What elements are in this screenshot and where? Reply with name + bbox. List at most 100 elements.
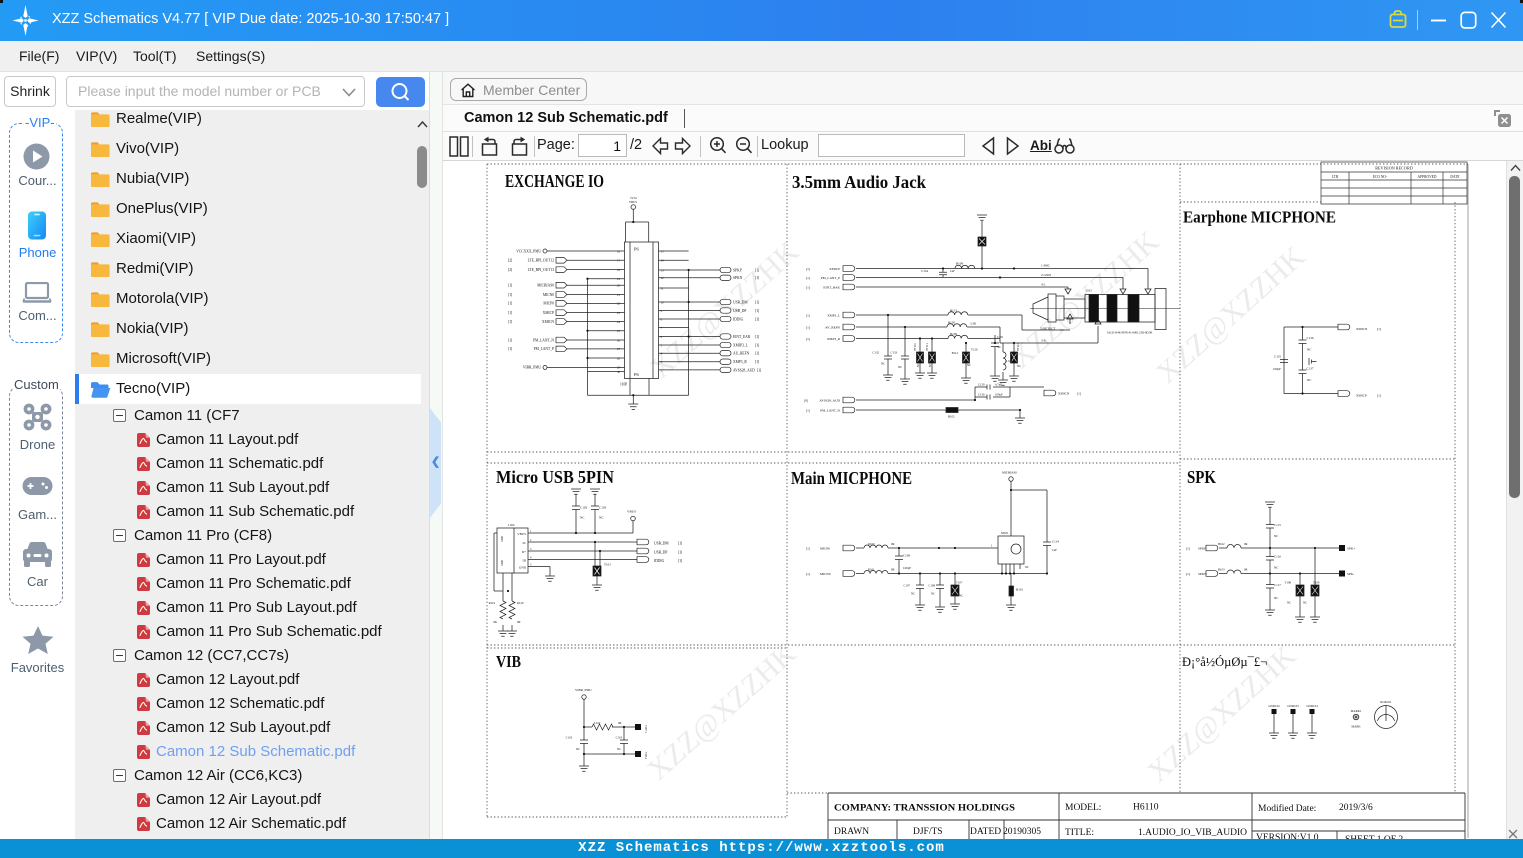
svg-text:[1]: [1] [806, 286, 810, 290]
svg-text:[1]: [1] [806, 572, 810, 576]
svg-text:LTE_BPI_OUT13: LTE_BPI_OUT13 [528, 268, 555, 272]
svg-text:GND102: GND102 [1268, 704, 1280, 708]
svg-text:C101: C101 [997, 335, 1004, 339]
svg-text:B112: B112 [952, 351, 959, 355]
svg-text:3.5mm Audio Jack: 3.5mm Audio Jack [792, 172, 926, 192]
svg-text:20: 20 [617, 284, 621, 288]
svg-text:C133: C133 [890, 351, 897, 355]
svg-text:USB_DP: USB_DP [733, 309, 746, 313]
svg-text:VBUS: VBUS [629, 200, 637, 204]
svg-text:NC: NC [1287, 601, 1291, 605]
svg-text:SPKP: SPKP [1198, 547, 1206, 551]
svg-text:0R: 0R [618, 721, 622, 725]
svg-text:9: 9 [661, 309, 663, 313]
svg-text:DATE: DATE [1450, 175, 1460, 179]
svg-text:GND: GND [519, 566, 527, 570]
svg-text:[1]: [1] [508, 293, 512, 297]
svg-text:C134: C134 [921, 269, 928, 273]
svg-text:110P: 110P [620, 383, 627, 387]
svg-text:MICN0: MICN0 [543, 293, 554, 297]
svg-text:[1]: [1] [508, 302, 512, 306]
svg-text:PM_LANT_P: PM_LANT_P [821, 276, 840, 280]
svg-text:2019/3/6: 2019/3/6 [1339, 803, 1373, 813]
svg-text:GND: GND [501, 536, 504, 542]
svg-text:16: 16 [617, 249, 621, 253]
svg-text:T108: T108 [1285, 581, 1292, 585]
svg-text:[1]: [1] [678, 542, 682, 546]
svg-text:USB_DP: USB_DP [654, 551, 667, 555]
svg-text:SPKN: SPKN [733, 276, 743, 280]
svg-text:23: 23 [617, 311, 621, 315]
svg-text:R100: R100 [868, 542, 875, 546]
svg-text:[1]: [1] [508, 311, 512, 315]
svg-text:XMP3_R: XMP3_R [733, 360, 747, 364]
svg-text:[1]: [1] [1186, 572, 1190, 576]
svg-text:COMPANY: TRANSSION HOLDINGS: COMPANY: TRANSSION HOLDINGS [834, 804, 1015, 814]
svg-text:VBUS: VBUS [627, 510, 636, 514]
svg-text:[1]: [1] [755, 300, 759, 304]
svg-text:VIBR_PMU: VIBR_PMU [575, 688, 592, 692]
svg-text:IDDIG: IDDIG [654, 559, 665, 563]
svg-text:NC: NC [1274, 596, 1278, 600]
svg-text:XMP3_L: XMP3_L [827, 314, 840, 318]
svg-text:XZZ@XZZHK: XZZ@XZZHK [1150, 240, 1312, 390]
svg-text:21: 21 [617, 293, 621, 297]
svg-text:C116: C116 [1274, 555, 1281, 559]
svg-text:MICN0: MICN0 [820, 572, 831, 576]
svg-text:[1]: [1] [1377, 327, 1381, 331]
svg-text:XMICN: XMICN [1356, 327, 1368, 331]
svg-text:J102: J102 [508, 523, 515, 527]
svg-text:NC: NC [911, 592, 915, 596]
svg-text:[1]: [1] [1077, 392, 1081, 396]
svg-text:H101: H101 [1016, 588, 1023, 592]
svg-text:XMICN: XMICN [542, 320, 554, 324]
svg-text:19: 19 [617, 277, 621, 281]
svg-text:TITLE:: TITLE: [1065, 828, 1094, 838]
svg-text:DATED: DATED [970, 827, 1001, 837]
svg-text:NC: NC [1025, 566, 1029, 569]
svg-text:MARK1: MARK1 [1351, 709, 1362, 713]
svg-text:[1]: [1] [755, 276, 759, 280]
svg-text:T109: T109 [1313, 581, 1320, 585]
svg-text:XMICN: XMICN [1058, 392, 1070, 396]
svg-text:XMIP3_L: XMIP3_L [733, 343, 748, 347]
svg-text:EINT_EAR: EINT_EAR [733, 335, 751, 339]
svg-text:XMICP: XMICP [543, 311, 554, 315]
svg-text:C115: C115 [1274, 523, 1281, 527]
svg-text:8K: 8K [493, 620, 498, 624]
svg-text:18: 18 [617, 268, 621, 272]
svg-text:1.AUDIO_IO_VIB_AUDIO: 1.AUDIO_IO_VIB_AUDIO [1138, 828, 1247, 838]
svg-text:PM_LANT_N: PM_LANT_N [533, 338, 554, 342]
svg-text:L102: L102 [594, 721, 601, 725]
svg-text:M101: M101 [1001, 531, 1009, 535]
svg-text:P6: P6 [634, 372, 639, 377]
svg-text:NC: NC [1307, 348, 1311, 352]
svg-text:L101: L101 [1006, 359, 1013, 363]
svg-text:NC: NC [997, 345, 1001, 349]
svg-text:NC: NC [959, 594, 963, 598]
svg-text:LTE_BPI_OUT12: LTE_BPI_OUT12 [528, 259, 555, 263]
svg-text:[1]: [1] [806, 276, 810, 280]
svg-text:NC: NC [929, 363, 932, 367]
svg-text:0R: 0R [517, 620, 521, 624]
svg-text:VIBR_PMU: VIBR_PMU [523, 366, 542, 370]
svg-text:14: 14 [661, 259, 665, 263]
svg-text:USB_DM: USB_DM [654, 542, 669, 546]
svg-text:B130: B130 [948, 321, 955, 325]
svg-text:PM_LANT_N: PM_LANT_N [820, 409, 840, 413]
svg-text:LTR: LTR [1332, 175, 1339, 179]
svg-text:NC: NC [1017, 364, 1021, 368]
svg-text:Main MICPHONE: Main MICPHONE [791, 468, 912, 488]
svg-text:[1]: [1] [508, 338, 512, 342]
svg-text:VIB: VIB [496, 652, 521, 671]
svg-text:FT115: FT115 [1017, 343, 1020, 351]
svg-text:12: 12 [661, 276, 665, 280]
svg-text:AVSS28_AUD: AVSS28_AUD [733, 368, 755, 372]
svg-text:[1]: [1] [806, 267, 810, 271]
svg-text:NC: NC [599, 516, 604, 520]
svg-text:MARK: MARK [1351, 725, 1361, 729]
svg-text:JACK-R4K-9PIN-41-6981.23D-8D.9: JACK-R4K-9PIN-41-6981.23D-8D.99 [1107, 331, 1153, 335]
svg-text:Earphone MICPHONE: Earphone MICPHONE [1183, 208, 1336, 227]
svg-text:0R: 0R [891, 568, 895, 572]
svg-text:0R: 0R [891, 542, 895, 546]
